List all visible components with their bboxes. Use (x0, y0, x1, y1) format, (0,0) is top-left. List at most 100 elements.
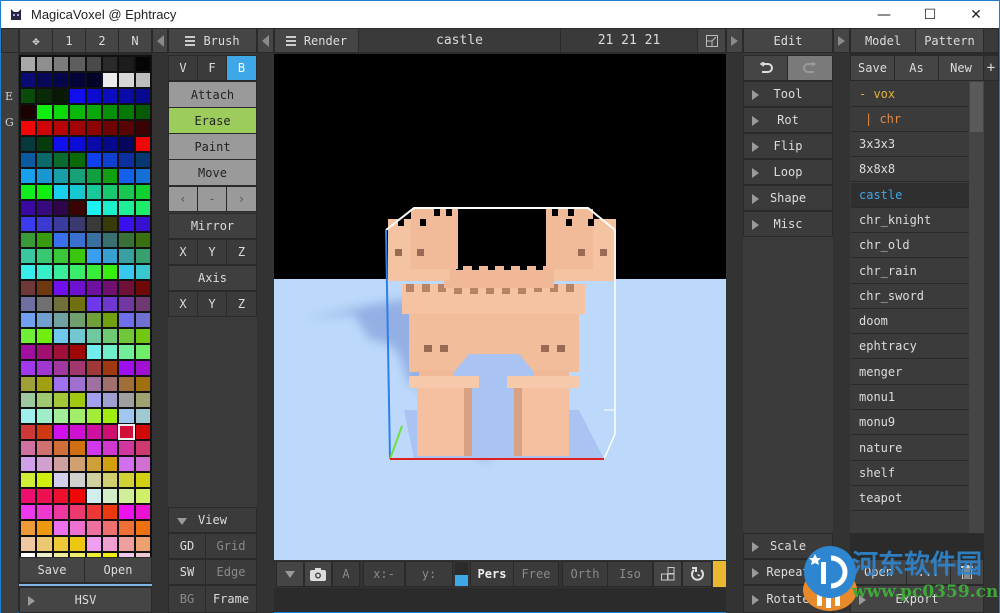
palette-swatch[interactable] (37, 121, 52, 135)
collapse-palette-button[interactable] (152, 28, 168, 53)
palette-swatch[interactable] (53, 377, 69, 391)
mirror-x-button[interactable]: X (168, 239, 198, 265)
palette-swatch[interactable] (37, 201, 52, 215)
palette-swatch[interactable] (102, 233, 118, 247)
model-list-item[interactable]: doom (851, 309, 969, 335)
palette-swatch[interactable] (53, 297, 69, 311)
frame-button[interactable]: Frame (205, 585, 257, 613)
palette-swatch[interactable] (37, 393, 52, 407)
palette-swatch[interactable] (70, 425, 85, 439)
palette-swatch[interactable] (102, 121, 118, 135)
palette-swatch[interactable] (21, 313, 36, 327)
palette-swatch[interactable] (119, 57, 134, 71)
palette-swatch[interactable] (53, 233, 69, 247)
palette-swatch[interactable] (119, 409, 134, 423)
palette-swatch[interactable] (37, 281, 52, 295)
palette-swatch[interactable] (21, 265, 36, 279)
model-list-item[interactable]: menger (851, 359, 969, 385)
palette-swatch[interactable] (70, 121, 85, 135)
palette-swatch[interactable] (21, 185, 36, 199)
palette-swatch[interactable] (37, 377, 52, 391)
palette-swatch[interactable] (102, 89, 118, 103)
palette-swatch[interactable] (135, 345, 150, 359)
palette-save-button[interactable]: Save (19, 557, 85, 583)
palette-swatch[interactable] (135, 457, 150, 471)
nav-next-button[interactable]: › (226, 186, 257, 212)
palette-swatch[interactable] (119, 345, 134, 359)
palette-swatch[interactable] (70, 537, 85, 551)
edit-section-shape[interactable]: Shape (743, 185, 833, 211)
palette-swatch[interactable] (53, 409, 69, 423)
axis-y-button[interactable]: Y (197, 291, 227, 317)
bg-button[interactable]: BG (168, 585, 206, 613)
model-list-item[interactable]: 3x3x3 (851, 132, 969, 157)
edit-section-rotate[interactable]: Rotate (743, 585, 833, 613)
collapse-viewport-button[interactable] (726, 28, 743, 53)
palette-swatch[interactable] (86, 153, 101, 167)
palette-swatch[interactable] (37, 329, 52, 343)
auto-button[interactable]: A (332, 561, 360, 587)
palette-swatch[interactable] (86, 521, 101, 535)
palette-swatch[interactable] (102, 473, 118, 487)
palette-swatch[interactable] (86, 457, 101, 471)
palette-swatch[interactable] (86, 297, 101, 311)
palette-swatch[interactable] (70, 89, 85, 103)
hsv-toggle[interactable]: HSV (19, 587, 152, 613)
palette-swatch[interactable] (135, 89, 150, 103)
palette-swatch[interactable] (119, 441, 134, 455)
render-collapse-strip[interactable] (257, 28, 274, 613)
palette-swatch[interactable] (37, 441, 52, 455)
edit-collapse-strip[interactable] (726, 28, 743, 613)
palette-swatch[interactable] (21, 409, 36, 423)
palette-swatch[interactable] (21, 217, 36, 231)
palette-swatch[interactable] (53, 105, 69, 119)
edge-button[interactable]: Edge (205, 559, 257, 585)
palette-swatch[interactable] (70, 169, 85, 183)
palette-swatch[interactable] (21, 73, 36, 87)
axis-x-button[interactable]: X (168, 291, 198, 317)
tab-pattern[interactable]: Pattern (915, 28, 984, 53)
palette-swatch[interactable] (86, 345, 101, 359)
palette-swatch[interactable] (86, 265, 101, 279)
view-section-toggle[interactable]: View (168, 507, 257, 533)
palette-swatch[interactable] (119, 473, 134, 487)
palette-swatch[interactable] (53, 249, 69, 263)
palette-swatch[interactable] (86, 361, 101, 375)
palette-swatch[interactable] (86, 233, 101, 247)
camera-iso-button[interactable]: Iso (607, 561, 653, 587)
palette-swatch[interactable] (53, 457, 69, 471)
palette-swatch[interactable] (102, 137, 118, 151)
model-list-item[interactable]: shelf (851, 460, 969, 486)
palette-swatch[interactable] (70, 489, 85, 503)
palette-swatch[interactable] (119, 89, 134, 103)
palette-swatch[interactable] (135, 201, 150, 215)
sw-button[interactable]: SW (168, 559, 206, 585)
palette-swatch[interactable] (37, 313, 52, 327)
palette-swatch[interactable] (70, 377, 85, 391)
model-list-item[interactable]: monu9 (851, 410, 969, 436)
palette-tab-2[interactable]: 2 (85, 28, 119, 53)
palette-swatch[interactable] (37, 505, 52, 519)
palette-swatch[interactable] (135, 185, 150, 199)
palette-swatch-selected[interactable] (118, 424, 135, 440)
model-list-scrollbar-track[interactable] (969, 81, 984, 533)
palette-swatch[interactable] (37, 217, 52, 231)
edit-section-flip[interactable]: Flip (743, 133, 833, 159)
palette-swatch[interactable] (53, 153, 69, 167)
folder-vox[interactable]: - vox (851, 82, 969, 107)
edit-section-misc[interactable]: Misc (743, 211, 833, 237)
palette-swatch[interactable] (21, 489, 36, 503)
palette-swatch[interactable] (102, 185, 118, 199)
undo-button[interactable] (743, 55, 788, 81)
reset-view-button[interactable] (682, 561, 712, 587)
palette-swatch[interactable] (119, 281, 134, 295)
palette-swatch[interactable] (135, 121, 150, 135)
model-name-field[interactable]: castle (358, 28, 561, 53)
palette-swatch[interactable] (70, 473, 85, 487)
redo-button[interactable] (787, 55, 833, 81)
palette-swatch[interactable] (70, 521, 85, 535)
3d-viewport[interactable] (274, 54, 726, 560)
palette-swatch[interactable] (37, 409, 52, 423)
palette-swatch[interactable] (21, 233, 36, 247)
palette-swatch[interactable] (102, 377, 118, 391)
